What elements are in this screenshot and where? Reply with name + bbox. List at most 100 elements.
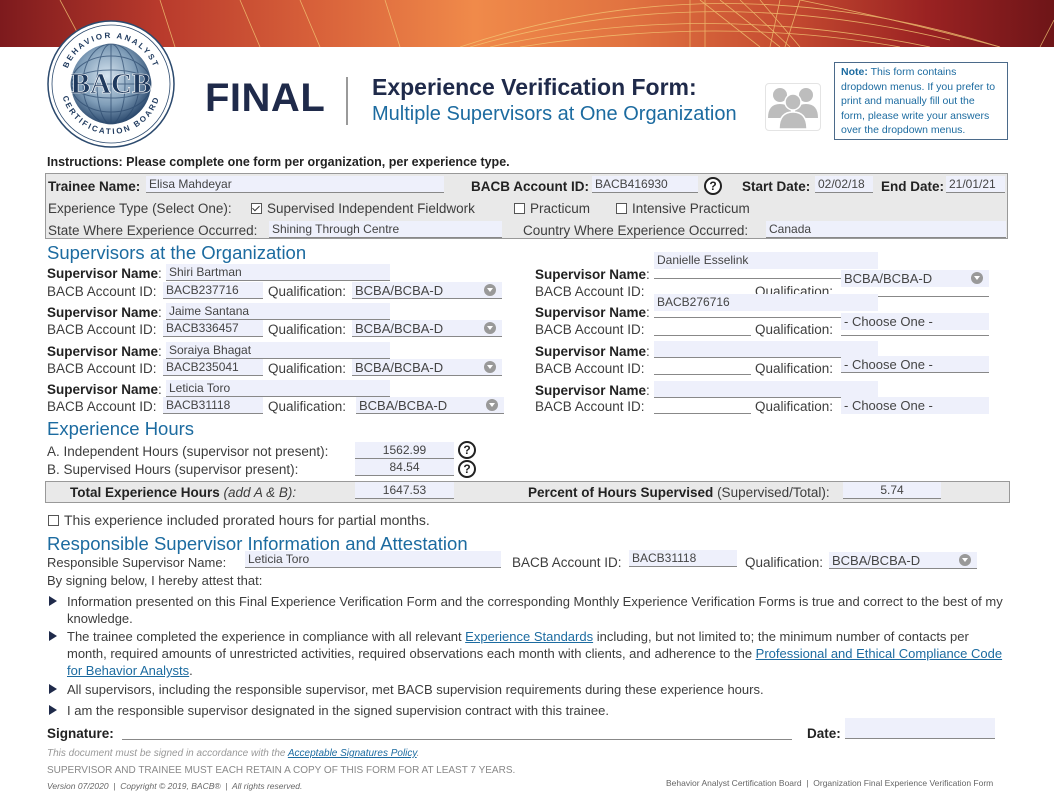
resp-qualification-label: Qualification:: [745, 555, 824, 570]
name-underline: [654, 278, 841, 279]
bullet-arrow-icon: [49, 705, 57, 715]
supervisor-name-field[interactable]: Shiri Bartman: [166, 264, 390, 281]
form-title: Experience Verification Form:: [372, 74, 697, 100]
trainee-account-label: BACB Account ID:: [471, 179, 589, 194]
help-icon[interactable]: ?: [704, 177, 722, 195]
supervisor-name-label: Supervisor Name: [47, 266, 159, 281]
account-field[interactable]: [654, 358, 751, 375]
hours-heading: Experience Hours: [47, 418, 195, 439]
supervisor-name-label: Supervisor Name: [535, 267, 647, 282]
qualification-label: Qualification:: [268, 322, 347, 337]
supervisor-name-label: Supervisor Name: [47, 305, 159, 320]
account-field[interactable]: [654, 397, 751, 414]
supervisor-name-field[interactable]: Jaime Santana: [166, 303, 390, 320]
supervisor-name-label: Supervisor Name: [47, 382, 159, 397]
trainee-account-field[interactable]: BACB416930: [592, 176, 698, 193]
checkbox-prorated[interactable]: [48, 515, 59, 526]
supervisor-name-field[interactable]: Soraiya Bhagat: [166, 342, 390, 359]
account-label: BACB Account ID:: [47, 284, 157, 299]
help-icon[interactable]: ?: [458, 441, 476, 459]
experience-type-fieldwork[interactable]: Supervised Independent Fieldwork: [251, 201, 475, 216]
chevron-down-icon: [484, 322, 496, 334]
supervisor-name-field[interactable]: [654, 381, 878, 398]
qualification-underline: [841, 335, 989, 336]
start-date-field[interactable]: 02/02/18: [815, 176, 873, 193]
instructions: Instructions: Please complete one form p…: [47, 155, 510, 169]
chevron-down-icon: [484, 361, 496, 373]
people-icon: [765, 83, 821, 131]
qualification-label: Qualification:: [755, 322, 834, 337]
qualification-dropdown[interactable]: - Choose One -: [841, 356, 989, 373]
date-field[interactable]: [845, 718, 995, 739]
note-label: Note:: [841, 66, 868, 78]
attestation-bullet-1: Information presented on this Final Expe…: [67, 594, 1003, 626]
account-label: BACB Account ID:: [47, 322, 157, 337]
date-label: Date:: [807, 726, 841, 741]
bacb-logo: BACB BEHAVIOR ANALYST CERTIFICATION BOAR…: [47, 20, 175, 148]
resp-account-label: BACB Account ID:: [512, 555, 622, 570]
qualification-dropdown[interactable]: BCBA/BCBA-D: [352, 282, 502, 299]
checkbox-fieldwork[interactable]: [251, 203, 262, 214]
trainee-name-field[interactable]: Elisa Mahdeyar: [146, 176, 444, 193]
experience-type-practicum[interactable]: Practicum: [514, 201, 590, 216]
supervisor-name-field[interactable]: Danielle Esselink: [654, 252, 878, 269]
end-date-label: End Date:: [881, 179, 945, 194]
help-icon[interactable]: ?: [458, 460, 476, 478]
supervised-hours-field[interactable]: 84.54: [355, 459, 454, 476]
prorated-checkbox-row[interactable]: This experience included prorated hours …: [48, 512, 430, 528]
account-field[interactable]: BACB276716: [654, 294, 878, 311]
attestation-bullet-3: All supervisors, including the responsib…: [67, 682, 764, 697]
account-field[interactable]: BACB237716: [163, 282, 263, 299]
attest-intro: By signing below, I hereby attest that:: [47, 573, 263, 588]
qualification-dropdown[interactable]: BCBA/BCBA-D: [352, 359, 502, 376]
supervisors-heading: Supervisors at the Organization: [47, 242, 307, 263]
qualification-dropdown[interactable]: - Choose One -: [841, 397, 989, 414]
experience-type-intensive-practicum[interactable]: Intensive Practicum: [616, 201, 750, 216]
qualification-dropdown[interactable]: BCBA/BCBA-D: [356, 397, 504, 414]
supervisor-name-field[interactable]: Leticia Toro: [166, 380, 390, 397]
final-label: FINAL: [205, 76, 326, 120]
qualification-label: Qualification:: [268, 361, 347, 376]
chevron-down-icon: [486, 399, 498, 411]
signatures-policy-link[interactable]: Acceptable Signatures Policy: [288, 748, 417, 759]
start-date-label: Start Date:: [742, 179, 811, 194]
checkbox-intensive-practicum[interactable]: [616, 203, 627, 214]
resp-supervisor-name-label: Responsible Supervisor Name:: [47, 555, 227, 570]
account-label: BACB Account ID:: [47, 361, 157, 376]
retain-copy-notice: SUPERVISOR AND TRAINEE MUST EACH RETAIN …: [47, 765, 516, 776]
account-label: BACB Account ID:: [535, 361, 645, 376]
qualification-label: Qualification:: [268, 399, 347, 414]
supervisor-name-field[interactable]: [654, 341, 841, 358]
country-field[interactable]: Canada: [766, 221, 1006, 238]
resp-qualification-dropdown[interactable]: BCBA/BCBA-D: [829, 552, 977, 569]
version-copyright: Version 07/2020 | Copyright © 2019, BACB…: [47, 781, 303, 791]
bullet-arrow-icon: [49, 684, 57, 694]
attestation-bullet-4: I am the responsible supervisor designat…: [67, 703, 609, 718]
state-field[interactable]: Shining Through Centre: [269, 221, 502, 238]
account-field[interactable]: BACB31118: [163, 397, 263, 414]
qualification-dropdown[interactable]: - Choose One -: [841, 313, 989, 330]
resp-account-field[interactable]: BACB31118: [629, 550, 737, 567]
percent-supervised-label: Percent of Hours Supervised (Supervised/…: [528, 485, 830, 500]
qualification-dropdown[interactable]: BCBA/BCBA-D: [352, 320, 502, 337]
trainee-name-label: Trainee Name:: [48, 179, 141, 194]
signature-line[interactable]: [122, 739, 792, 740]
account-field[interactable]: BACB336457: [163, 320, 263, 337]
signature-policy-note: This document must be signed in accordan…: [47, 748, 420, 759]
resp-supervisor-name-field[interactable]: Leticia Toro: [245, 551, 501, 568]
form-subtitle: Multiple Supervisors at One Organization: [372, 103, 737, 125]
country-label: Country Where Experience Occurred:: [523, 223, 749, 238]
name-underline: [654, 317, 841, 318]
chevron-down-icon: [484, 284, 496, 296]
end-date-field[interactable]: 21/01/21: [946, 176, 1005, 193]
account-field[interactable]: BACB235041: [163, 359, 263, 376]
footer-form-name: Behavior Analyst Certification Board | O…: [666, 778, 994, 788]
qualification-dropdown[interactable]: BCBA/BCBA-D: [841, 270, 989, 287]
independent-hours-field[interactable]: 1562.99: [355, 442, 454, 459]
checkbox-practicum[interactable]: [514, 203, 525, 214]
dropdown-note: Note: This form contains dropdown menus.…: [834, 62, 1008, 140]
experience-standards-link[interactable]: Experience Standards: [465, 629, 593, 644]
account-underline: [654, 335, 751, 336]
supervisor-name-label: Supervisor Name: [535, 383, 647, 398]
supervisor-name-label: Supervisor Name: [535, 344, 647, 359]
